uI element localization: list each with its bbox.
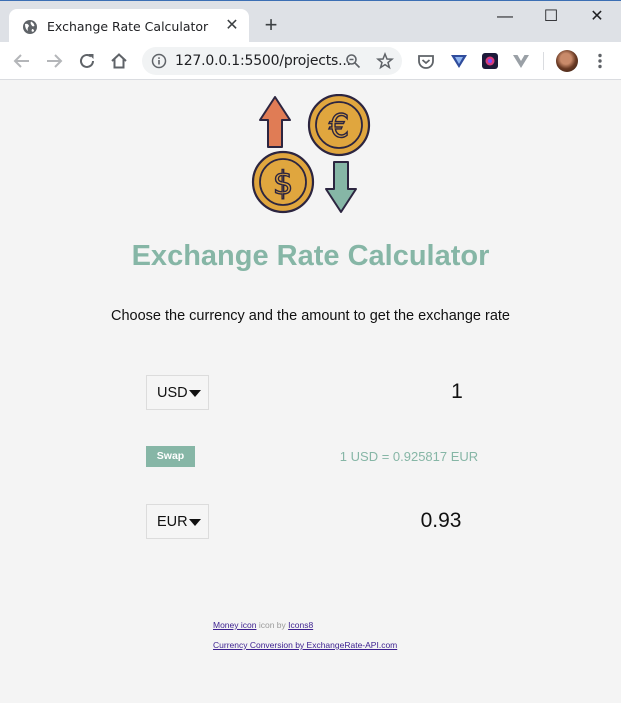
vivaldi-icon[interactable] xyxy=(510,50,532,72)
caret-down-icon xyxy=(189,519,201,526)
info-icon[interactable] xyxy=(151,53,167,69)
browser-toolbar: 127.0.0.1:5500/projects... xyxy=(0,42,621,80)
rate-text: 1 USD = 0.925817 EUR xyxy=(339,449,479,464)
icon-by-text: icon by xyxy=(256,620,289,630)
star-icon[interactable] xyxy=(376,52,394,70)
zoom-icon[interactable] xyxy=(345,53,361,69)
currency-one-value: USD xyxy=(157,385,188,401)
currency-one-select[interactable]: USD xyxy=(146,375,209,410)
svg-text:€: € xyxy=(329,107,349,145)
back-icon[interactable] xyxy=(11,50,33,72)
avatar[interactable] xyxy=(556,50,578,72)
money-icon-link[interactable]: Money icon xyxy=(213,620,256,630)
svg-text:$: $ xyxy=(273,164,293,202)
forward-icon[interactable] xyxy=(43,50,65,72)
extension-icon[interactable] xyxy=(479,50,501,72)
vpn-icon[interactable] xyxy=(448,50,470,72)
caret-down-icon xyxy=(189,390,201,397)
amount-two-input[interactable]: 0.93 xyxy=(341,509,541,533)
icon-credit: Money icon icon by Icons8 xyxy=(213,620,313,630)
page-title: Exchange Rate Calculator xyxy=(131,240,490,272)
currency-two-select[interactable]: EUR xyxy=(146,504,209,539)
api-credit: Currency Conversion by ExchangeRate-API.… xyxy=(213,640,397,650)
home-icon[interactable] xyxy=(108,50,130,72)
menu-icon[interactable] xyxy=(589,50,611,72)
tab-title: Exchange Rate Calculator xyxy=(47,19,209,34)
browser-titlebar: Exchange Rate Calculator ✕ + — ☐ ✕ xyxy=(0,0,621,43)
currency-two-value: EUR xyxy=(157,514,188,530)
page-content: € $ Exchange Rate Calculator Choose the … xyxy=(0,80,621,703)
minimize-icon[interactable]: — xyxy=(490,7,520,27)
tab-close-icon[interactable]: ✕ xyxy=(223,17,241,35)
page-subtitle: Choose the currency and the amount to ge… xyxy=(110,308,510,324)
money-exchange-icon: € $ xyxy=(251,94,371,214)
globe-icon xyxy=(23,20,37,34)
toolbar-divider xyxy=(543,52,544,70)
new-tab-icon[interactable]: + xyxy=(260,14,282,37)
exchangerate-api-link[interactable]: Currency Conversion by ExchangeRate-API.… xyxy=(213,640,397,650)
swap-button[interactable]: Swap xyxy=(146,446,195,467)
pocket-icon[interactable] xyxy=(415,50,437,72)
amount-one-input[interactable]: 1 xyxy=(357,380,557,404)
address-bar[interactable]: 127.0.0.1:5500/projects... xyxy=(142,47,402,75)
window-close-icon[interactable]: ✕ xyxy=(582,7,612,27)
maximize-icon[interactable]: ☐ xyxy=(536,7,566,27)
url-text[interactable]: 127.0.0.1:5500/projects... xyxy=(175,53,351,69)
browser-tab[interactable]: Exchange Rate Calculator ✕ xyxy=(9,9,249,43)
icons8-link[interactable]: Icons8 xyxy=(288,620,313,630)
reload-icon[interactable] xyxy=(76,50,98,72)
